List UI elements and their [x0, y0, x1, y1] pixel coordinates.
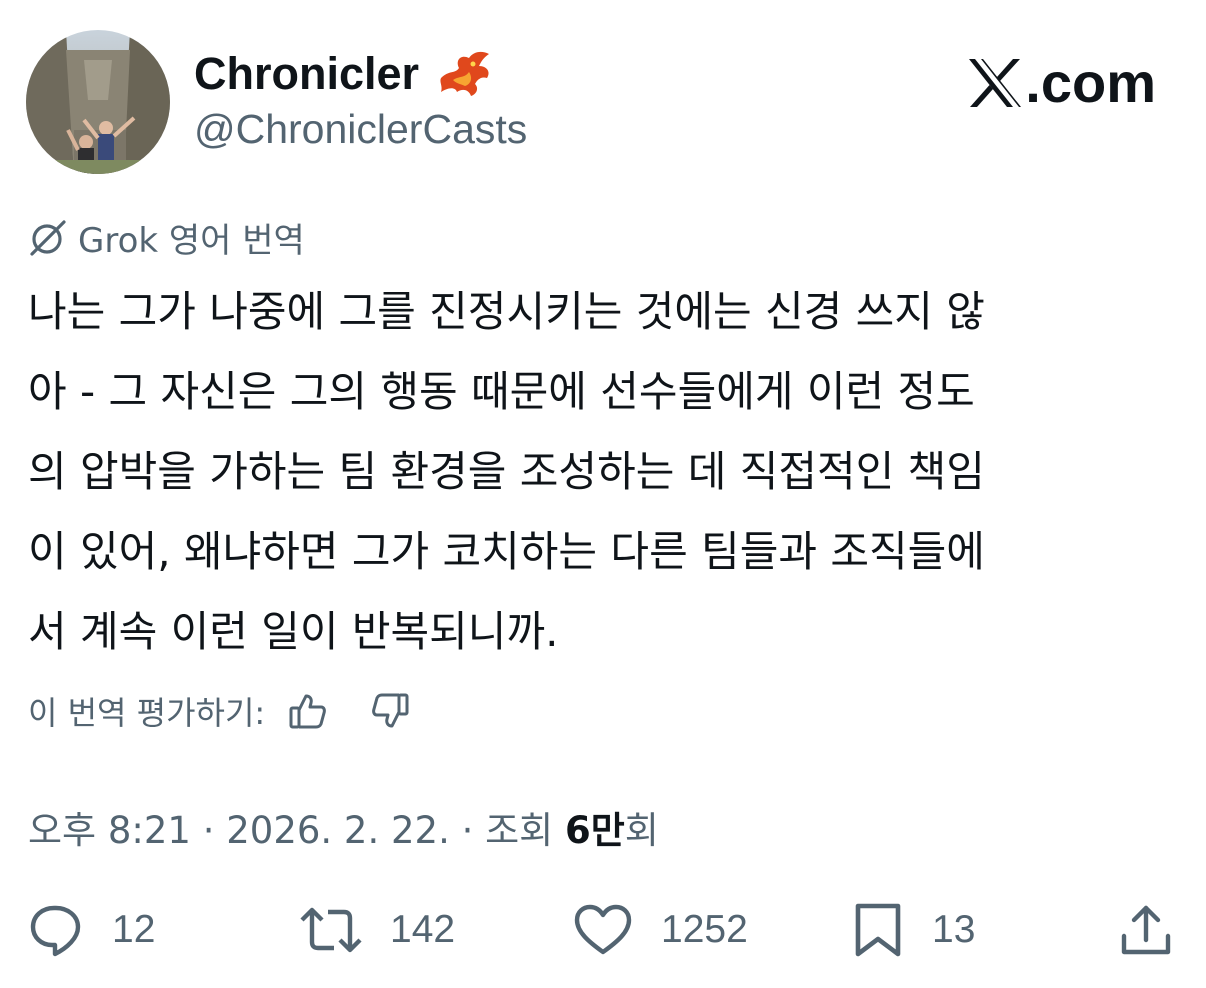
display-name[interactable]: Chronicler [194, 48, 419, 100]
like-button[interactable]: 1252 [573, 898, 748, 962]
bookmark-count: 13 [932, 908, 976, 951]
tweet-line: 이 있어, 왜냐하면 그가 코치하는 다른 팀들과 조직들에 [28, 527, 985, 576]
repost-count: 142 [390, 908, 456, 951]
meta-separator: · [190, 809, 227, 852]
reply-button[interactable]: 12 [28, 898, 155, 962]
thumbs-up-button[interactable] [287, 690, 329, 732]
grok-icon [30, 219, 66, 256]
translation-label: Grok 영어 번역 [78, 221, 305, 261]
views-unit: 회 [624, 809, 659, 852]
reply-icon [30, 905, 81, 957]
tweet-date[interactable]: 2026. 2. 22. [226, 809, 450, 852]
share-icon [1121, 905, 1171, 955]
translation-label-row: Grok 영어 번역 [28, 213, 305, 262]
thumbs-down-button[interactable] [369, 690, 411, 732]
phoenix-icon [435, 48, 493, 100]
tweet-text: 나는 그가 나중에 그를 진정시키는 것에는 신경 쓰지 않 아 - 그 자신은… [28, 272, 1178, 672]
x-logo-icon [969, 58, 1022, 107]
author-name-row[interactable]: Chronicler [194, 44, 493, 104]
thumbs-down-icon [372, 693, 409, 728]
share-button[interactable] [1118, 898, 1174, 962]
action-bar: 12 142 1252 13 [28, 898, 1178, 962]
tweet-line: 나는 그가 나중에 그를 진정시키는 것에는 신경 쓰지 않 [28, 287, 985, 336]
bookmark-icon [855, 903, 901, 957]
repost-button[interactable]: 142 [300, 898, 455, 962]
meta-separator: · [449, 809, 486, 852]
tweet-line: 아 - 그 자신은 그의 행동 때문에 선수들에게 이런 정도 [28, 367, 975, 416]
avatar[interactable] [26, 30, 170, 174]
x-domain-suffix: .com [1025, 51, 1156, 114]
reply-count: 12 [112, 908, 156, 951]
heart-icon [574, 904, 632, 955]
like-count: 1252 [661, 908, 748, 951]
tweet-meta: 오후 8:21 · 2026. 2. 22. · 조회 6만회 [28, 800, 659, 854]
author-handle[interactable]: @ChroniclerCasts [194, 106, 527, 153]
avatar-photo [26, 30, 170, 174]
rate-translation-row: 이 번역 평가하기: [28, 688, 411, 734]
tweet-line: 의 압박을 가하는 팀 환경을 조성하는 데 직접적인 책임 [28, 447, 985, 496]
thumbs-up-icon [289, 694, 327, 729]
rate-translation-label: 이 번역 평가하기: [28, 694, 266, 732]
x-com-brand: .com [967, 50, 1156, 115]
bookmark-button[interactable]: 13 [852, 898, 975, 962]
views-count: 6만 [564, 809, 625, 852]
repost-icon [300, 907, 362, 953]
views-label: 조회 [485, 809, 565, 852]
tweet-line: 서 계속 이런 일이 반복되니까. [28, 607, 559, 656]
tweet-time[interactable]: 오후 8:21 [28, 809, 191, 852]
